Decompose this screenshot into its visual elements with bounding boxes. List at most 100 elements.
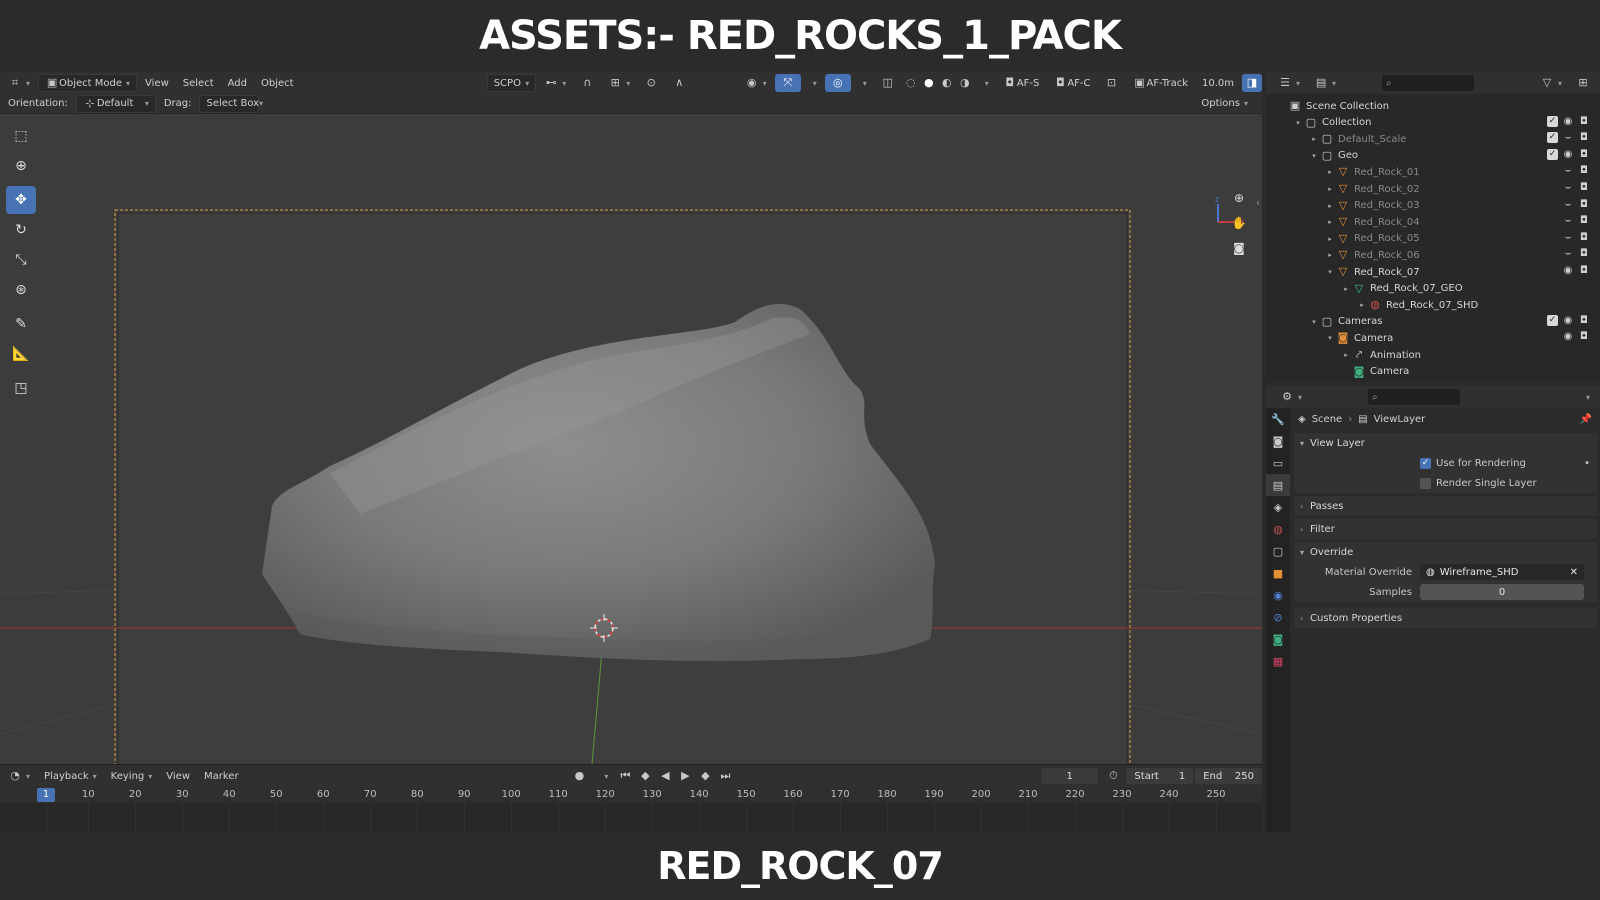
outliner-row[interactable]: ▸ ▢ Default_Scale ✓ ⌣ ◘ xyxy=(1266,131,1600,147)
keyframe-dot-icon[interactable]: • xyxy=(1584,458,1590,469)
menu-select[interactable]: Select xyxy=(177,74,220,92)
properties-editor[interactable]: ⚙ ▾ ⌕ ▾ 🔧 ◙ ▭ ▤ ◈ ◍ ▢ ■ ◉ ⊘ ◙ ▦ ◈ Scene ›… xyxy=(1266,386,1600,832)
outliner[interactable]: ☰ ▾ ▤ ▾ ⌕ ▽ ▾ ⊞ ▣ Scene Collection ▾ ▢ Collecti… xyxy=(1266,72,1600,382)
render-camera-icon[interactable]: ◘ xyxy=(1578,232,1590,244)
shading-dropdown[interactable]: ▾ xyxy=(975,74,995,92)
mode-dropdown[interactable]: ▣ Object Mode ▾ xyxy=(38,74,138,92)
disclosure-arrow-icon[interactable]: ▸ xyxy=(1308,135,1320,143)
material-override-field[interactable]: ◍ Wireframe_SHD ✕ xyxy=(1420,564,1584,580)
outliner-search-input[interactable]: ⌕ xyxy=(1382,75,1475,91)
render-camera-icon[interactable]: ◘ xyxy=(1578,149,1590,161)
transform-orientation-dropdown[interactable]: SCPO ▾ xyxy=(486,74,537,92)
editor-type-button[interactable]: ⌗ ▾ xyxy=(2,74,36,92)
override-panel-header[interactable]: ▾ Override xyxy=(1294,542,1598,562)
menu-keying[interactable]: Keying ▾ xyxy=(105,767,159,785)
options-dropdown[interactable]: Options ▾ xyxy=(1195,95,1254,113)
render-camera-icon[interactable]: ◘ xyxy=(1578,265,1590,277)
disclosure-arrow-icon[interactable]: ▸ xyxy=(1324,251,1336,259)
xray-toggle[interactable]: ◫ xyxy=(875,74,901,92)
visibility-button[interactable]: ◉ ▾ xyxy=(739,74,773,92)
eye-icon[interactable]: ◉ xyxy=(1562,265,1574,277)
disclosure-arrow-icon[interactable]: ▾ xyxy=(1308,152,1320,160)
auto-keying-toggle[interactable]: ● xyxy=(566,767,592,785)
prev-keyframe-button[interactable]: ◆ xyxy=(636,767,654,785)
play-reverse-button[interactable]: ◀ xyxy=(656,767,674,785)
transform-tool[interactable]: ⊛ xyxy=(6,276,36,304)
display-mode-dropdown[interactable]: ▤ ▾ xyxy=(1308,74,1342,92)
shading-material[interactable]: ◐ xyxy=(939,74,955,92)
render-camera-icon[interactable]: ◘ xyxy=(1578,165,1590,177)
snap-target-button[interactable]: ⊞ ▾ xyxy=(602,74,636,92)
eye-icon[interactable]: ◉ xyxy=(1562,315,1574,327)
exclude-checkbox[interactable]: ✓ xyxy=(1547,148,1558,160)
af-s-button[interactable]: ◘ AF-S xyxy=(997,74,1046,92)
filter-panel-header[interactable]: › Filter xyxy=(1294,519,1598,539)
samples-field[interactable]: 0 xyxy=(1420,584,1584,600)
render-camera-icon[interactable]: ◘ xyxy=(1578,215,1590,227)
tab-object[interactable]: ■ xyxy=(1266,562,1290,584)
outliner-row[interactable]: ▸ ▽ Red_Rock_07_GEO xyxy=(1266,281,1600,297)
render-camera-icon[interactable]: ◘ xyxy=(1578,116,1590,128)
disclosure-arrow-icon[interactable]: ▸ xyxy=(1340,351,1352,359)
disclosure-arrow-icon[interactable]: ▸ xyxy=(1340,285,1352,293)
zoom-button[interactable]: ⊕ xyxy=(1228,187,1250,209)
eye-icon[interactable]: ◉ xyxy=(1562,116,1574,128)
outliner-row[interactable]: ▣ Scene Collection xyxy=(1266,98,1600,114)
overlays-toggle[interactable]: ◎ xyxy=(824,74,851,92)
collapse-arrow-icon[interactable]: ‹ xyxy=(1256,198,1260,209)
disclosure-arrow-icon[interactable]: ▸ xyxy=(1324,202,1336,210)
gizmo-dropdown[interactable]: ▾ xyxy=(803,74,823,92)
tab-data[interactable]: ◙ xyxy=(1266,628,1290,650)
timeline-editor-type[interactable]: ◔ ▾ xyxy=(2,767,36,785)
af-c-button[interactable]: ◘ AF-C xyxy=(1047,74,1096,92)
outliner-row[interactable]: ▸ ▽ Red_Rock_05 ⌣ ◘ xyxy=(1266,231,1600,247)
pin-icon[interactable]: 📌 xyxy=(1580,414,1592,425)
eye-closed-icon[interactable]: ⌣ xyxy=(1562,132,1574,144)
clear-icon[interactable]: ✕ xyxy=(1570,567,1578,578)
pan-button[interactable]: ✋ xyxy=(1228,212,1250,234)
disclosure-arrow-icon[interactable]: ▾ xyxy=(1292,119,1304,127)
disclosure-arrow-icon[interactable]: ▸ xyxy=(1324,218,1336,226)
3d-viewport[interactable]: ⌗ ▾ ▣ Object Mode ▾ View Select Add Object … xyxy=(0,72,1262,764)
render-camera-icon[interactable]: ◘ xyxy=(1578,132,1590,144)
tab-world[interactable]: ◍ xyxy=(1266,518,1290,540)
menu-add[interactable]: Add xyxy=(222,74,253,92)
outliner-row[interactable]: ▾ ▢ Geo ✓ ◉ ◘ xyxy=(1266,148,1600,164)
filter-dropdown[interactable]: ▽ ▾ xyxy=(1534,74,1568,92)
eye-closed-icon[interactable]: ⌣ xyxy=(1562,232,1574,244)
exclude-checkbox[interactable]: ✓ xyxy=(1547,115,1558,127)
falloff-button[interactable]: ∧ xyxy=(666,74,692,92)
disclosure-arrow-icon[interactable]: ▸ xyxy=(1324,185,1336,193)
move-tool[interactable]: ✥ xyxy=(6,186,36,214)
render-camera-icon[interactable]: ◘ xyxy=(1578,315,1590,327)
annotate-tool[interactable]: ✎ xyxy=(6,310,36,338)
eye-closed-icon[interactable]: ⌣ xyxy=(1562,182,1574,194)
end-frame-field[interactable]: End 250 xyxy=(1195,768,1263,784)
scale-tool[interactable]: ⤡ xyxy=(6,246,36,274)
disclosure-arrow-icon[interactable]: ▸ xyxy=(1324,235,1336,243)
render-camera-icon[interactable]: ◘ xyxy=(1578,331,1590,343)
render-camera-icon[interactable]: ◘ xyxy=(1578,199,1590,211)
measure-tool[interactable]: 📐 xyxy=(6,340,36,368)
add-cube-tool[interactable]: ◳ xyxy=(6,374,36,402)
menu-timeline-view[interactable]: View xyxy=(160,767,196,785)
render-camera-icon[interactable]: ◘ xyxy=(1578,248,1590,260)
jump-end-button[interactable]: ⏭ xyxy=(716,767,734,785)
use-for-rendering-checkbox[interactable]: ✓ xyxy=(1420,457,1431,469)
disclosure-arrow-icon[interactable]: ▾ xyxy=(1324,268,1336,276)
shading-rendered[interactable]: ◑ xyxy=(957,74,973,92)
frame-ruler[interactable]: 1102030405060708090100110120130140150160… xyxy=(0,787,1262,803)
outliner-row[interactable]: ▸ ◍ Red_Rock_07_SHD xyxy=(1266,297,1600,313)
outliner-row[interactable]: ▸ ▽ Red_Rock_02 ⌣ ◘ xyxy=(1266,181,1600,197)
tab-constraints[interactable]: ⊘ xyxy=(1266,606,1290,628)
overlays-dropdown[interactable]: ▾ xyxy=(853,74,873,92)
outliner-row[interactable]: ◙ Camera xyxy=(1266,364,1600,380)
select-box-tool[interactable]: ⬚ xyxy=(6,122,36,150)
next-keyframe-button[interactable]: ◆ xyxy=(696,767,714,785)
view-layer-panel-header[interactable]: ▾ View Layer xyxy=(1294,433,1598,453)
outliner-row[interactable]: ▾ ◙ Camera ◉ ◘ xyxy=(1266,330,1600,346)
tab-scene[interactable]: ◈ xyxy=(1266,496,1290,518)
passes-panel-header[interactable]: › Passes xyxy=(1294,496,1598,516)
render-camera-icon[interactable]: ◘ xyxy=(1578,182,1590,194)
eye-icon[interactable]: ◉ xyxy=(1562,149,1574,161)
